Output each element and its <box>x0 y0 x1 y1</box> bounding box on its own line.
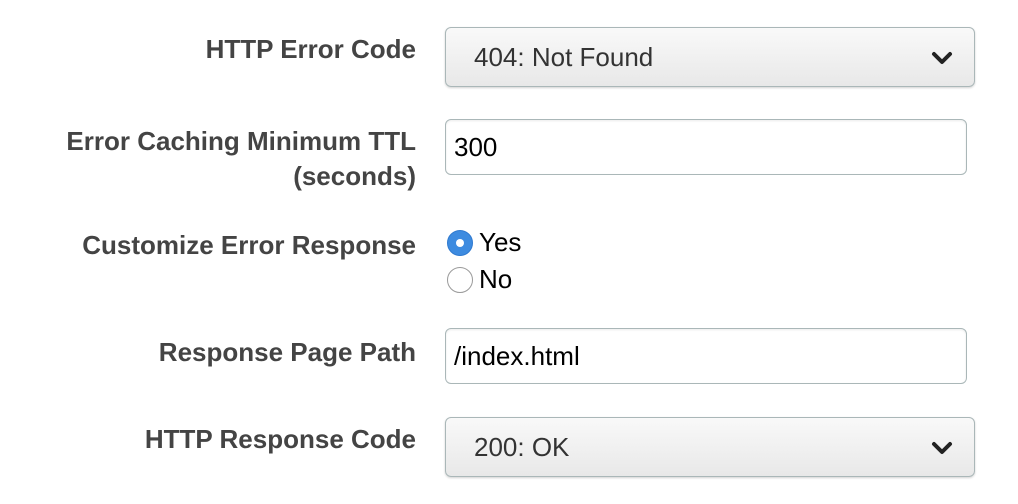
response-page-path-label: Response Page Path <box>158 337 416 367</box>
radio-unselected-icon[interactable] <box>447 267 473 293</box>
error-caching-ttl-input[interactable]: 300 <box>445 119 967 175</box>
http-error-code-value: 404: Not Found <box>474 42 654 72</box>
radio-selected-icon[interactable] <box>447 230 473 256</box>
http-response-code-label: HTTP Response Code <box>144 424 416 454</box>
http-error-code-select[interactable]: 404: Not Found <box>445 27 975 87</box>
http-response-code-value: 200: OK <box>474 432 570 462</box>
response-page-path-value: /index.html <box>454 341 580 371</box>
error-caching-ttl-label-line2: (seconds) <box>293 161 416 191</box>
radio-no-label: No <box>479 264 513 294</box>
chevron-down-icon <box>932 52 952 64</box>
http-response-code-select[interactable]: 200: OK <box>445 417 975 477</box>
customize-error-response-label: Customize Error Response <box>82 230 416 260</box>
chevron-down-icon <box>932 442 952 454</box>
response-page-path-input[interactable]: /index.html <box>445 328 967 384</box>
error-caching-ttl-label: Error Caching Minimum TTL (seconds) <box>66 124 416 194</box>
error-caching-ttl-value: 300 <box>454 132 498 162</box>
error-page-form: HTTP Error Code 404: Not Found Error Cac… <box>0 0 1018 504</box>
error-caching-ttl-label-line1: Error Caching Minimum TTL <box>66 126 416 156</box>
http-error-code-label: HTTP Error Code <box>205 34 416 64</box>
radio-yes-label: Yes <box>479 227 522 257</box>
